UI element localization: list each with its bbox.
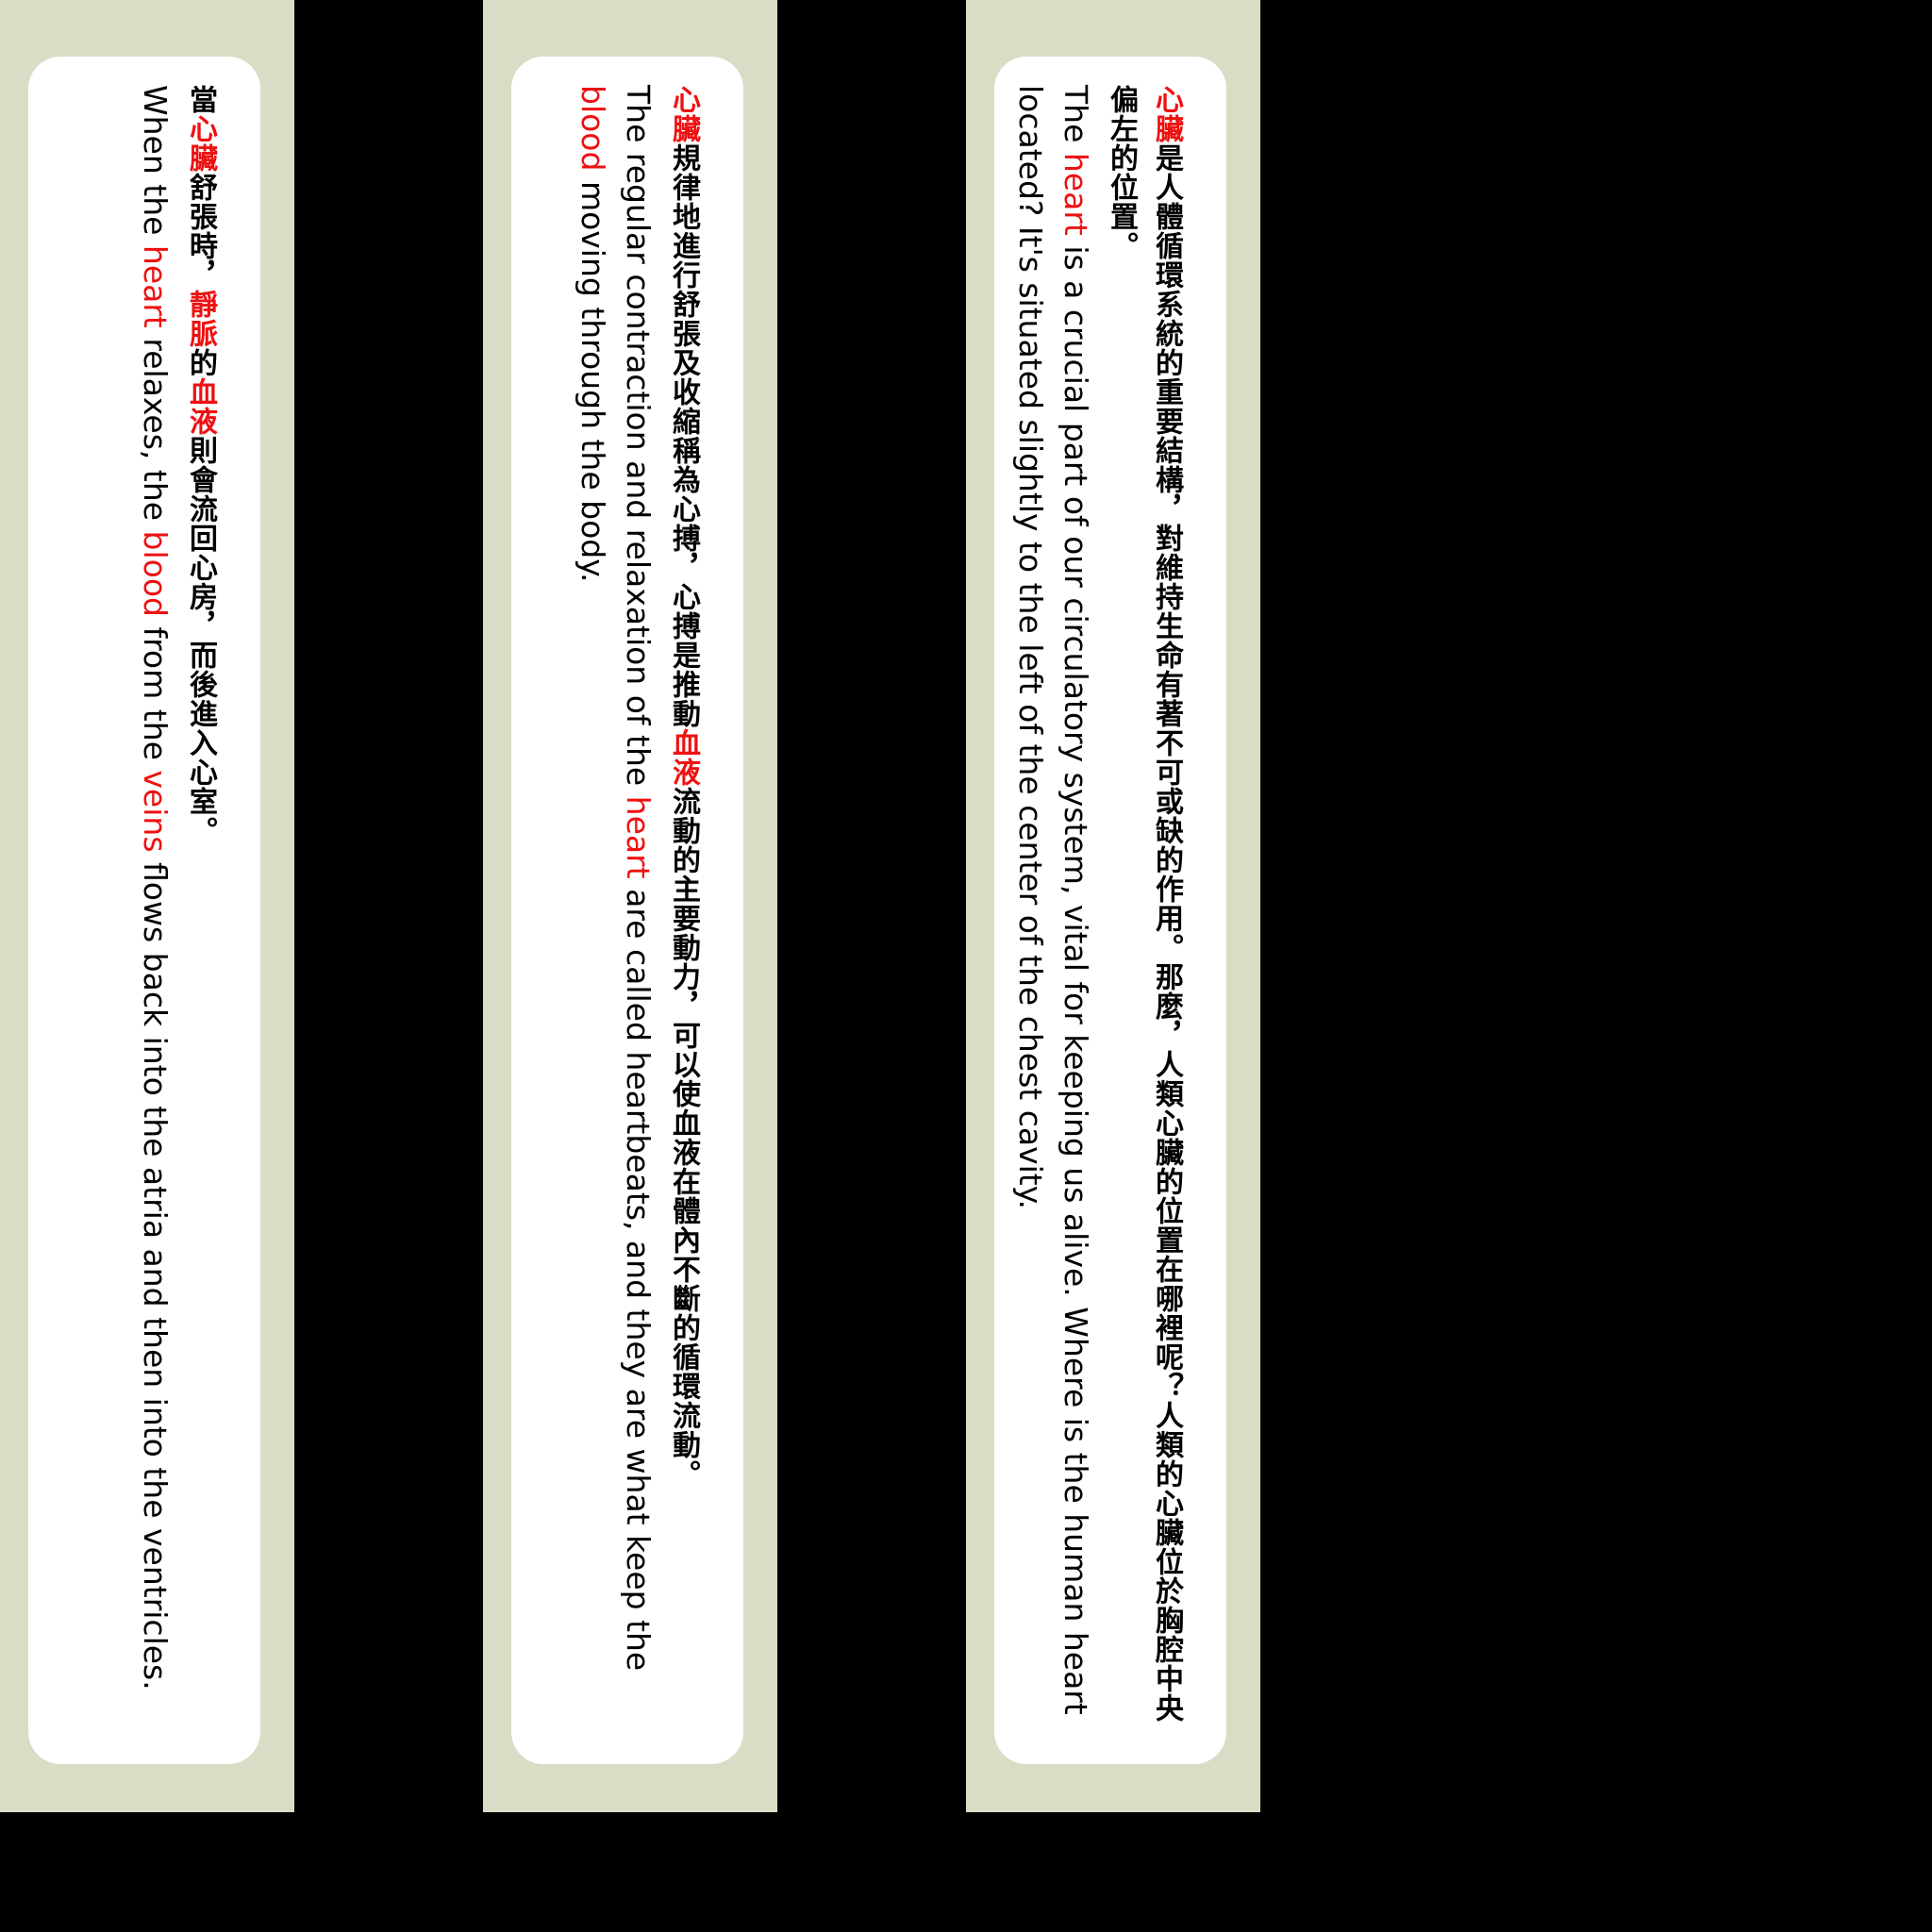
highlighted-term: blood — [575, 85, 611, 172]
card-2-english-text: The regular contraction and relaxation o… — [570, 85, 660, 1745]
card-panel-2: 心臟規律地進行舒張及收縮稱為心搏，心搏是推動血液流動的主要動力，可以使血液在體內… — [483, 0, 777, 1812]
highlighted-term: heart — [137, 244, 174, 328]
card-2-text: 心臟規律地進行舒張及收縮稱為心搏，心搏是推動血液流動的主要動力，可以使血液在體內… — [570, 85, 706, 1745]
highlighted-term: 心臟 — [667, 85, 700, 143]
highlighted-term: heart — [1058, 152, 1094, 236]
text-segment: When the — [137, 85, 174, 245]
card-1-english-text: When the heart relaxes, the blood from t… — [132, 85, 177, 1745]
highlighted-term: 血液 — [184, 377, 217, 436]
text-segment: The — [1058, 85, 1094, 153]
text-card-2: 心臟規律地進行舒張及收縮稱為心搏，心搏是推動血液流動的主要動力，可以使血液在體內… — [511, 57, 743, 1764]
text-card-1: 當心臟舒張時，靜脈的血液則會流回心房，而後進入心室。 When the hear… — [28, 57, 260, 1764]
text-segment: 流動的主要動力，可以使血液在體內不斷的循環流動。 — [667, 787, 700, 1489]
card-3-text: 心臟是人體循環系統的重要結構，對維持生命有著不可或缺的作用。那麼，人類心臟的位置… — [1008, 85, 1189, 1745]
text-segment: 的 — [184, 348, 217, 377]
highlighted-term: 靜脈 — [184, 290, 217, 348]
text-segment: relaxes, the — [137, 327, 174, 531]
card-1-text: 當心臟舒張時，靜脈的血液則會流回心房，而後進入心室。 When the hear… — [132, 85, 223, 1745]
text-segment: are called heartbeats, and they are what… — [620, 878, 657, 1672]
text-segment: The regular contraction and relaxation o… — [620, 85, 657, 796]
text-segment: 是人體循環系統的重要結構，對維持生命有著不可或缺的作用。那麼，人類心臟的位置在哪… — [1105, 85, 1183, 1723]
text-segment: is a crucial part of our circulatory sys… — [1012, 85, 1094, 1715]
highlighted-term: veins — [137, 770, 174, 853]
highlighted-term: 心臟 — [1150, 85, 1183, 143]
text-card-3: 心臟是人體循環系統的重要結構，對維持生命有著不可或缺的作用。那麼，人類心臟的位置… — [994, 57, 1226, 1764]
highlighted-term: blood — [137, 530, 174, 617]
text-segment: flows back into the atria and then into … — [137, 852, 174, 1690]
card-3-english-text: The heart is a crucial part of our circu… — [1008, 85, 1098, 1745]
text-segment: moving through the body. — [575, 171, 611, 583]
text-segment: 舒張時， — [184, 173, 217, 290]
text-segment: 規律地進行舒張及收縮稱為心搏，心搏是推動 — [667, 143, 700, 728]
card-2-chinese-text: 心臟規律地進行舒張及收縮稱為心搏，心搏是推動血液流動的主要動力，可以使血液在體內… — [660, 85, 706, 1745]
text-segment: 則會流回心房，而後進入心室。 — [184, 436, 217, 845]
highlighted-term: heart — [620, 795, 657, 879]
highlighted-term: 心臟 — [184, 114, 217, 173]
card-panel-1: 當心臟舒張時，靜脈的血液則會流回心房，而後進入心室。 When the hear… — [0, 0, 294, 1812]
card-panel-3: 心臟是人體循環系統的重要結構，對維持生命有著不可或缺的作用。那麼，人類心臟的位置… — [966, 0, 1260, 1812]
card-3-chinese-text: 心臟是人體循環系統的重要結構，對維持生命有著不可或缺的作用。那麼，人類心臟的位置… — [1098, 85, 1189, 1745]
card-1-chinese-text: 當心臟舒張時，靜脈的血液則會流回心房，而後進入心室。 — [177, 85, 223, 1745]
text-segment: from the — [137, 616, 174, 771]
text-segment: 當 — [184, 85, 217, 114]
highlighted-term: 血液 — [667, 728, 700, 787]
